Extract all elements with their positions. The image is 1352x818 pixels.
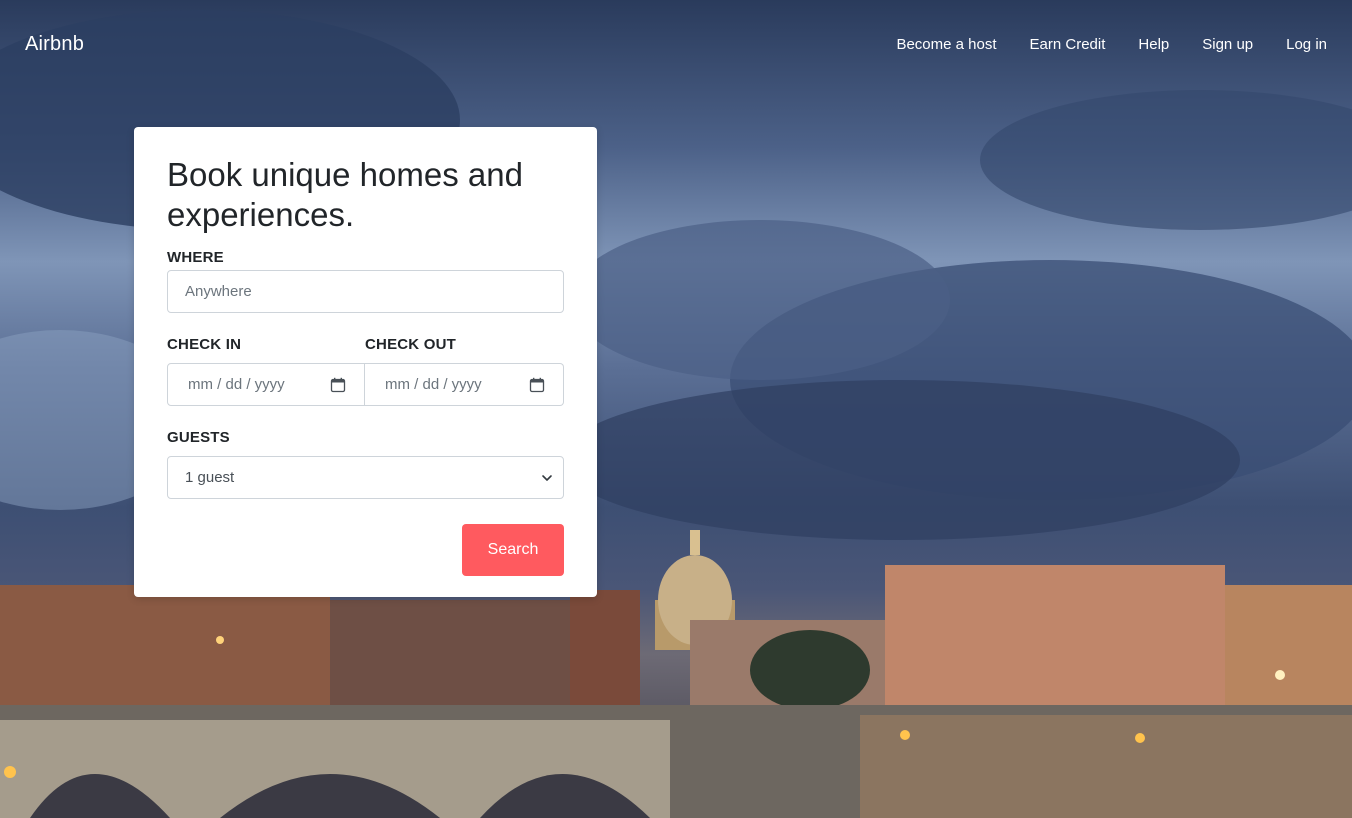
guests-group: GUESTS 1 guest — [167, 429, 564, 499]
check-in-group: CHECK IN mm / dd / yyyy — [167, 336, 365, 406]
nav-earn-credit-link[interactable]: Earn Credit — [1030, 36, 1106, 53]
nav-become-host-link[interactable]: Become a host — [896, 36, 996, 53]
where-input[interactable] — [167, 270, 564, 313]
check-in-label: CHECK IN — [167, 336, 242, 353]
nav-sign-up-link[interactable]: Sign up — [1202, 36, 1253, 53]
top-navbar: Airbnb Become a host Earn Credit Help Si… — [0, 0, 1352, 88]
nav-help-link[interactable]: Help — [1138, 36, 1169, 53]
guests-label: GUESTS — [167, 429, 230, 446]
where-label: WHERE — [167, 249, 224, 266]
brand-logo-link[interactable]: Airbnb — [25, 33, 84, 56]
dates-row: CHECK IN mm / dd / yyyy CHECK OUT mm / d… — [167, 336, 564, 406]
check-out-placeholder: mm / dd / yyyy — [385, 376, 482, 393]
check-in-placeholder: mm / dd / yyyy — [188, 376, 285, 393]
booking-card: Book unique homes and experiences. WHERE… — [134, 127, 597, 597]
calendar-icon[interactable] — [529, 377, 545, 393]
search-button[interactable]: Search — [462, 524, 564, 576]
check-in-date-input[interactable]: mm / dd / yyyy — [167, 363, 365, 406]
check-out-label: CHECK OUT — [365, 336, 456, 353]
guests-selected-value: 1 guest — [185, 469, 235, 486]
chevron-down-icon — [542, 474, 552, 481]
booking-title: Book unique homes and experiences. — [167, 156, 523, 233]
nav-links: Become a host Earn Credit Help Sign up L… — [863, 36, 1327, 53]
booking-actions: Search — [167, 524, 564, 576]
check-out-group: CHECK OUT mm / dd / yyyy — [365, 336, 564, 406]
nav-log-in-link[interactable]: Log in — [1286, 36, 1327, 53]
guests-select[interactable]: 1 guest — [167, 456, 564, 499]
calendar-icon[interactable] — [330, 377, 346, 393]
check-out-date-input[interactable]: mm / dd / yyyy — [365, 363, 564, 406]
